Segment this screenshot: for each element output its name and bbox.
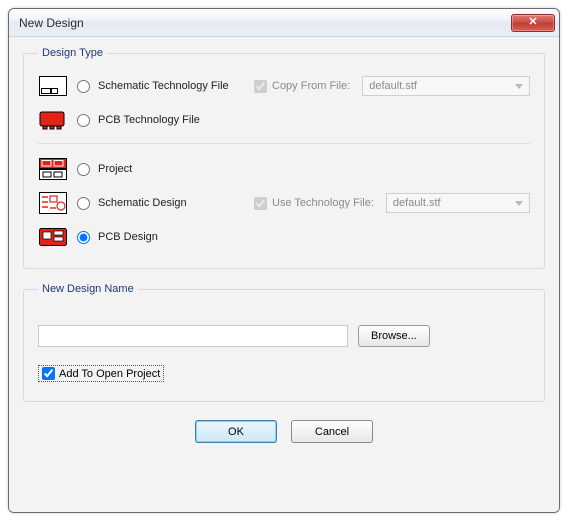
use-tech-check: Use Technology File: [254, 197, 374, 210]
design-name-input[interactable] [38, 325, 348, 347]
use-tech-value: default.stf [393, 197, 441, 209]
copy-from-combo: default.stf [362, 76, 530, 96]
copy-from-check: Copy From File: [254, 80, 350, 93]
dialog-buttons: OK Cancel [23, 416, 545, 443]
copy-from-label: Copy From File: [272, 80, 350, 92]
titlebar: New Design ✕ [9, 9, 559, 37]
copy-from-checkbox [254, 80, 267, 93]
use-tech-combo: default.stf [386, 193, 530, 213]
option-row-schematic-tech: Schematic Technology File Copy From File… [38, 69, 530, 103]
pcb-tech-icon [38, 109, 68, 131]
window-title: New Design [19, 16, 511, 30]
separator [38, 143, 530, 144]
label-pcb: PCB Design [98, 231, 248, 243]
add-to-project-label: Add To Open Project [59, 368, 160, 380]
label-project: Project [98, 163, 248, 175]
option-row-pcb-tech: PCB Technology File [38, 103, 530, 137]
option-row-pcb: PCB Design [38, 220, 530, 254]
pcb-icon [38, 226, 68, 248]
add-to-project[interactable]: Add To Open Project [38, 365, 164, 382]
schematic-icon [38, 192, 68, 214]
design-type-group: Design Type Schematic Technology File Co… [23, 47, 545, 269]
label-schematic-tech: Schematic Technology File [98, 80, 248, 92]
copy-from-value: default.stf [369, 80, 417, 92]
add-to-project-checkbox[interactable] [42, 367, 55, 380]
dialog-client: Design Type Schematic Technology File Co… [9, 37, 559, 512]
new-name-group: New Design Name Browse... Add To Open Pr… [23, 283, 545, 402]
use-tech-checkbox [254, 197, 267, 210]
cancel-button[interactable]: Cancel [291, 420, 373, 443]
new-name-legend: New Design Name [38, 283, 138, 295]
design-type-legend: Design Type [38, 47, 107, 59]
radio-pcb-tech[interactable] [77, 114, 90, 127]
radio-schematic[interactable] [77, 197, 90, 210]
option-row-schematic: Schematic Design Use Technology File: de… [38, 186, 530, 220]
browse-button[interactable]: Browse... [358, 325, 430, 347]
radio-project[interactable] [77, 163, 90, 176]
schematic-tech-icon [38, 75, 68, 97]
close-button[interactable]: ✕ [511, 14, 555, 32]
option-row-project: Project [38, 152, 530, 186]
name-row: Browse... [38, 319, 530, 353]
label-schematic: Schematic Design [98, 197, 248, 209]
use-tech-label: Use Technology File: [272, 197, 374, 209]
project-icon [38, 158, 68, 180]
radio-schematic-tech[interactable] [77, 80, 90, 93]
dialog-window: New Design ✕ Design Type Schematic Techn… [8, 8, 560, 513]
radio-pcb[interactable] [77, 231, 90, 244]
close-icon: ✕ [528, 17, 537, 28]
label-pcb-tech: PCB Technology File [98, 114, 248, 126]
ok-button[interactable]: OK [195, 420, 277, 443]
